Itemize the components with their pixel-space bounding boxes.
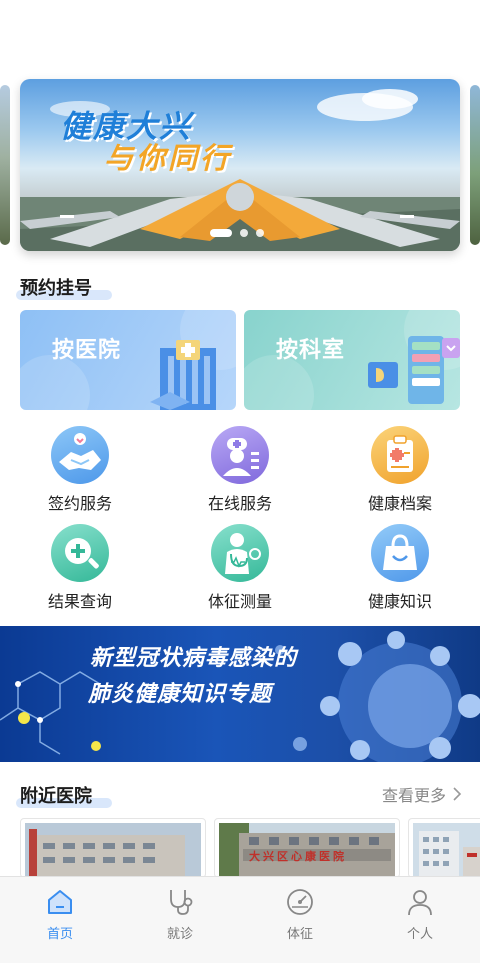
stethoscope-icon <box>165 887 195 917</box>
tab-label: 体征 <box>286 927 313 942</box>
nearby-section-heading: 附近医院 <box>16 782 112 808</box>
hospital-sign: 大兴区心康医院 <box>249 850 347 863</box>
banner-title-line2: 与你同行 <box>104 141 233 175</box>
booking-section-heading: 预约挂号 <box>16 274 112 300</box>
service-label: 结果查询 <box>47 592 112 611</box>
banner-carousel[interactable]: 健康大兴 与你同行 <box>0 79 480 251</box>
clipboard-icon <box>371 426 429 484</box>
handshake-icon <box>51 426 109 484</box>
service-label: 在线服务 <box>207 494 272 513</box>
nearby-title: 附近医院 <box>20 786 92 807</box>
service-signing[interactable]: 签约服务 <box>20 426 140 516</box>
tab-visit[interactable]: 就诊 <box>120 877 240 963</box>
book-by-department-label: 按科室 <box>276 338 346 363</box>
tab-label: 个人 <box>406 927 433 942</box>
doctor-icon <box>211 426 269 484</box>
hospital-photo <box>413 823 480 877</box>
tab-label: 就诊 <box>166 927 193 942</box>
carousel-dot[interactable] <box>256 229 264 237</box>
covid-title-line2: 肺炎健康知识专题 <box>88 682 273 707</box>
carousel-dot[interactable] <box>240 229 248 237</box>
banner-slide[interactable]: 健康大兴 与你同行 <box>20 79 460 251</box>
carousel-dot-active[interactable] <box>210 229 232 237</box>
stethoscope-person-icon <box>211 524 269 582</box>
tab-label: 首页 <box>46 927 73 942</box>
home-icon <box>45 887 75 917</box>
search-plus-icon <box>51 524 109 582</box>
carousel-dots <box>210 229 264 237</box>
service-label: 健康档案 <box>367 494 432 513</box>
chevron-right-icon <box>453 787 462 801</box>
prev-slide-peek[interactable] <box>0 85 10 245</box>
tab-profile[interactable]: 个人 <box>360 877 480 963</box>
booking-title: 预约挂号 <box>20 278 92 299</box>
service-label: 签约服务 <box>47 494 112 513</box>
service-label: 健康知识 <box>367 592 432 611</box>
hospital-photo <box>25 823 201 877</box>
service-result-query[interactable]: 结果查询 <box>20 524 140 614</box>
service-vital-signs[interactable]: 体征测量 <box>180 524 300 614</box>
view-more-link[interactable]: 查看更多 <box>382 782 462 806</box>
hospital-card[interactable] <box>408 818 480 878</box>
service-health-record[interactable]: 健康档案 <box>340 426 460 516</box>
book-by-department-card[interactable]: 按科室 <box>244 310 460 410</box>
gauge-icon <box>285 887 315 917</box>
service-health-knowledge[interactable]: 健康知识 <box>340 524 460 614</box>
bag-icon <box>371 524 429 582</box>
hospital-card[interactable] <box>20 818 206 878</box>
hospital-card[interactable]: 大兴区心康医院 <box>214 818 400 878</box>
person-icon <box>405 887 435 917</box>
tab-home[interactable]: 首页 <box>0 877 120 963</box>
service-online[interactable]: 在线服务 <box>180 426 300 516</box>
next-slide-peek[interactable] <box>470 85 480 245</box>
hospital-photo: 大兴区心康医院 <box>219 823 395 877</box>
bottom-tab-bar: 首页 就诊 体征 个人 <box>0 876 480 963</box>
service-label: 体征测量 <box>207 592 272 611</box>
book-by-hospital-label: 按医院 <box>52 338 122 363</box>
tab-vitals[interactable]: 体征 <box>240 877 360 963</box>
covid-title-line1: 新型冠状病毒感染的 <box>90 646 298 671</box>
book-by-hospital-card[interactable]: 按医院 <box>20 310 236 410</box>
covid-knowledge-banner[interactable]: 新型冠状病毒感染的 肺炎健康知识专题 <box>0 626 480 762</box>
view-more-label: 查看更多 <box>381 786 446 805</box>
